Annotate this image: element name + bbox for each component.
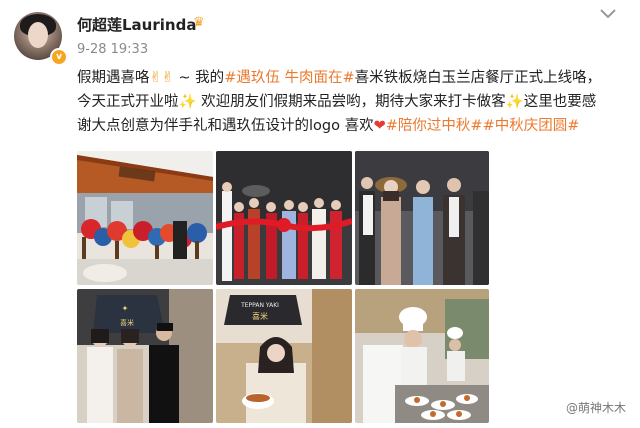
sparkle-emoji: ✨ bbox=[178, 94, 197, 110]
photo-woman-with-bowl[interactable]: TEPPAN YAKI 喜米 bbox=[216, 289, 352, 423]
teppan-sign-text: 喜米 bbox=[120, 318, 134, 327]
photo-ribbon-cutting[interactable] bbox=[216, 151, 352, 285]
hashtag-link[interactable]: #中秋庆团圆# bbox=[483, 118, 580, 134]
post-text: 假期遇喜咯✌✌ ~ 我的#遇玖伍 牛肉面在#喜米铁板烧白玉兰店餐厅正式上线咯， … bbox=[77, 66, 637, 138]
heart-emoji: ❤ bbox=[373, 118, 386, 134]
hashtag-link[interactable]: #遇玖伍 牛肉面在# bbox=[224, 70, 354, 86]
victory-hand-emoji: ✌ bbox=[161, 70, 174, 86]
chevron-down-icon[interactable] bbox=[598, 6, 618, 20]
post-text-segment: 谢大点创意为伴手礼和遇玖伍设计的logo 喜欢 bbox=[77, 118, 374, 134]
verified-badge-icon: v bbox=[50, 48, 68, 66]
post-line-3: 谢大点创意为伴手礼和遇玖伍设计的logo 喜欢❤#陪你过中秋##中秋庆团圆# bbox=[77, 114, 637, 138]
photo-trio-entrance[interactable]: ✦ 喜米 bbox=[77, 289, 213, 423]
post-text-segment: 假期遇喜咯 bbox=[77, 70, 150, 86]
post-line-1: 假期遇喜咯✌✌ ~ 我的#遇玖伍 牛肉面在#喜米铁板烧白玉兰店餐厅正式上线咯， bbox=[77, 66, 637, 90]
post-line-2: 今天正式开业啦✨ 欢迎朋友们假期来品尝哟，期待大家来打卡做客✨这里也要感 bbox=[77, 90, 637, 114]
photo-group-four[interactable] bbox=[355, 151, 489, 285]
watermark: @萌神木木 bbox=[565, 401, 626, 415]
username[interactable]: 何超莲Laurinda bbox=[77, 14, 196, 35]
photo-storefront[interactable] bbox=[77, 151, 213, 285]
sparkle-emoji: ✨ bbox=[505, 94, 524, 110]
post-text-segment: 这里也要感 bbox=[523, 94, 597, 110]
post-text-segment: 欢迎朋友们假期来品尝哟，期待大家来打卡做客 bbox=[196, 94, 506, 110]
photo-chefs-cooking[interactable] bbox=[355, 289, 489, 423]
teppan-sign-text: TEPPAN YAKI bbox=[240, 302, 279, 309]
victory-hand-emoji: ✌ bbox=[149, 70, 162, 86]
teppan-sign-text: 喜米 bbox=[252, 311, 268, 321]
post-timestamp[interactable]: 9-28 19:33 bbox=[77, 42, 148, 57]
post-text-segment: 今天正式开业啦 bbox=[77, 94, 179, 110]
post-text-segment: 喜米铁板烧白玉兰店餐厅正式上线咯， bbox=[354, 70, 602, 86]
post-text-segment: ~ 我的 bbox=[173, 70, 225, 86]
hashtag-link[interactable]: #陪你过中秋# bbox=[386, 118, 483, 134]
crown-icon: ♛ bbox=[193, 15, 205, 30]
svg-text:✦: ✦ bbox=[122, 304, 129, 313]
